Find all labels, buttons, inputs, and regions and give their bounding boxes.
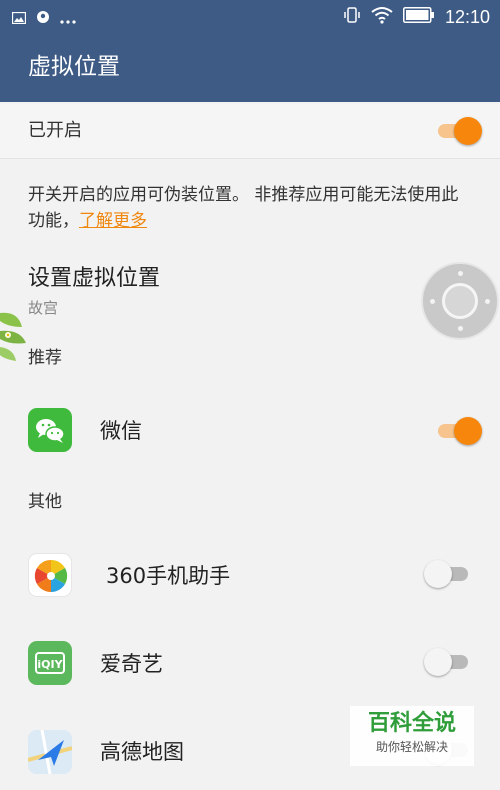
master-switch-row[interactable]: 已开启 xyxy=(0,104,500,159)
joystick-knob[interactable] xyxy=(442,283,478,319)
joystick-control[interactable] xyxy=(421,262,499,340)
master-toggle[interactable] xyxy=(434,116,482,146)
status-bar: 12:10 xyxy=(0,0,500,34)
360-assistant-toggle[interactable] xyxy=(424,559,472,589)
watermark-logo: 百科全说 助你轻松解决 xyxy=(350,706,474,766)
leaf-decoration-icon xyxy=(0,305,28,369)
iqiyi-toggle[interactable] xyxy=(424,647,472,677)
app-name: 高德地图 xyxy=(100,740,184,764)
app-name: 微信 xyxy=(100,419,142,443)
watermark-sub: 助你轻松解决 xyxy=(375,740,448,754)
svg-text:iQIY: iQIY xyxy=(37,658,63,671)
wechat-toggle[interactable] xyxy=(434,416,482,446)
app-name: 爱奇艺 xyxy=(100,652,163,676)
image-icon xyxy=(11,9,27,28)
page-title: 虚拟位置 xyxy=(28,54,120,80)
virtual-location-value: 故宫 xyxy=(28,299,59,317)
vibrate-icon xyxy=(343,6,361,28)
learn-more-link[interactable]: 了解更多 xyxy=(79,211,147,231)
app-bar: 虚拟位置 xyxy=(0,34,500,102)
app-name: 360手机助手 xyxy=(106,564,231,588)
iqiyi-icon: iQIY xyxy=(28,641,72,685)
battery-icon xyxy=(402,7,435,27)
master-switch-label: 已开启 xyxy=(28,120,82,141)
feature-description: 开关开启的应用可伪装位置。 非推荐应用可能无法使用此功能，了解更多 xyxy=(28,182,468,234)
360-assistant-icon xyxy=(28,553,72,597)
amap-icon xyxy=(28,730,72,774)
wechat-icon xyxy=(28,408,72,452)
joystick-dot xyxy=(485,298,490,304)
location-icon xyxy=(36,9,50,28)
joystick-dot xyxy=(457,326,463,331)
section-others: 其他 xyxy=(28,492,62,512)
watermark-main: 百科全说 xyxy=(367,711,456,736)
section-recommended: 推荐 xyxy=(28,348,62,368)
virtual-location-title: 设置虚拟位置 xyxy=(28,266,161,291)
joystick-dot xyxy=(457,271,463,276)
more-dots-icon xyxy=(60,9,76,28)
status-time: 12:10 xyxy=(444,7,490,27)
wifi-icon xyxy=(371,6,393,28)
joystick-dot xyxy=(430,298,435,304)
